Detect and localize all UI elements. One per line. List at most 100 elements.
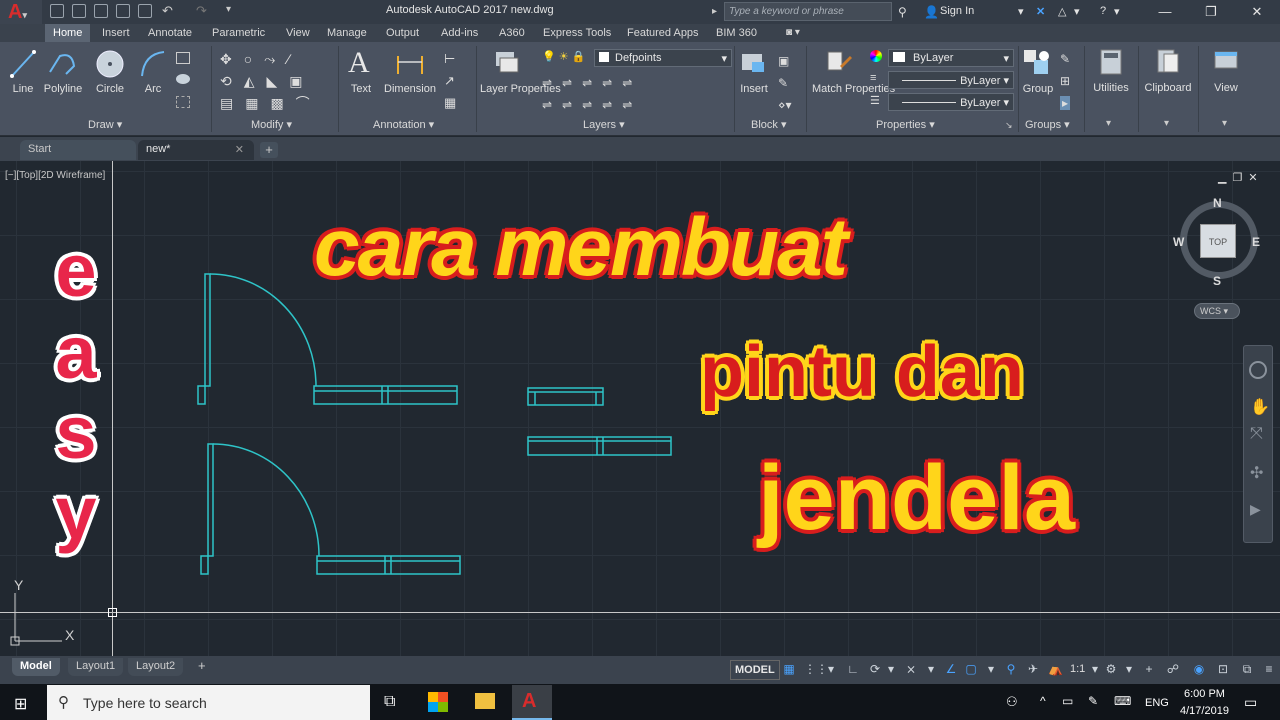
print-icon[interactable]: [138, 4, 152, 18]
orbit-icon[interactable]: ✣: [1250, 463, 1263, 483]
save-icon[interactable]: [94, 4, 108, 18]
block-tools-icon[interactable]: ▣ ✎ ⋄▾: [778, 50, 792, 116]
annotation-visibility-icon[interactable]: ⚲: [1004, 662, 1018, 676]
save-as-icon[interactable]: [116, 4, 130, 18]
modify-tools-grid[interactable]: ✥○⤳∕ ⟲◭◣▣ ▤▦▩⌒: [220, 48, 340, 114]
layout-tab-layout2[interactable]: Layout2: [128, 658, 184, 676]
file-tab-start[interactable]: Start: [20, 140, 136, 160]
clean-screen-icon[interactable]: ⧉: [1240, 662, 1254, 676]
model-space-toggle[interactable]: MODEL: [730, 660, 780, 680]
undo-icon[interactable]: ↶: [162, 3, 173, 19]
application-menu-button[interactable]: A▾: [0, 0, 42, 24]
annotation-monitor-icon[interactable]: +: [1142, 662, 1156, 676]
annotation-scale-value[interactable]: 1:1: [1070, 663, 1085, 675]
lineweight-dropdown[interactable]: ByLayer ▾: [888, 93, 1014, 111]
annotation-panel-title[interactable]: Annotation ▾: [373, 118, 434, 131]
object-snap-dropdown-icon[interactable]: ▾: [984, 662, 998, 676]
draw-panel-title[interactable]: Draw ▾: [88, 118, 122, 131]
tab-parametric[interactable]: Parametric: [212, 24, 265, 42]
grid-icon[interactable]: ▦: [782, 662, 796, 676]
group-tools-icon[interactable]: ✎ ⊞ ▸: [1060, 48, 1070, 114]
exchange-apps-icon[interactable]: ✕: [1036, 5, 1045, 18]
layers-panel-title[interactable]: Layers ▾: [583, 118, 625, 131]
tab-bim-360[interactable]: BIM 360: [716, 24, 757, 42]
layer-dropdown[interactable]: Defpoints ▾: [594, 49, 732, 67]
layer-properties-icon[interactable]: [492, 48, 522, 78]
file-explorer-icon[interactable]: [475, 693, 495, 709]
hatch-icon[interactable]: [176, 74, 190, 84]
snap-icon[interactable]: ⋮⋮: [804, 662, 828, 676]
match-properties-icon[interactable]: [824, 48, 854, 78]
polyline-icon[interactable]: [46, 48, 80, 80]
match-properties-button[interactable]: Match Properties: [812, 83, 895, 96]
annotation-tools-icon[interactable]: ⊢ ↗ ▦: [444, 48, 456, 114]
tab-express-tools[interactable]: Express Tools: [543, 24, 611, 42]
viewcube-east[interactable]: E: [1252, 235, 1260, 249]
close-tab-icon[interactable]: ✕: [235, 143, 244, 156]
text-icon[interactable]: A: [348, 46, 370, 80]
keyboard-icon[interactable]: ⌨: [1114, 694, 1131, 708]
scale-dropdown-icon[interactable]: ▾: [1088, 662, 1102, 676]
steering-wheel-icon[interactable]: [1249, 361, 1267, 379]
zoom-extents-icon[interactable]: ⤧: [1250, 425, 1263, 443]
store-icon[interactable]: [428, 692, 448, 712]
pen-icon[interactable]: ✎: [1088, 694, 1098, 708]
group-icon[interactable]: [1022, 48, 1052, 78]
group-button[interactable]: Group: [1020, 83, 1056, 96]
line-button[interactable]: Line: [6, 83, 40, 96]
layer-tools-grid[interactable]: ⇌⇌⇌⇌⇌ ⇌⇌⇌⇌⇌: [542, 72, 642, 116]
sign-in-dropdown-icon[interactable]: ▾: [1018, 5, 1024, 18]
text-button[interactable]: Text: [344, 83, 378, 96]
showmotion-icon[interactable]: ▶: [1250, 501, 1261, 518]
clipboard-icon[interactable]: [1154, 46, 1182, 76]
search-input[interactable]: Type a keyword or phrase: [724, 2, 892, 21]
layer-state-icons[interactable]: 💡 ☀ 🔒: [542, 50, 585, 63]
arc-icon[interactable]: [138, 48, 168, 80]
tab-add-ins[interactable]: Add-ins: [441, 24, 478, 42]
tab-annotate[interactable]: Annotate: [148, 24, 192, 42]
clipboard-button[interactable]: Clipboard: [1140, 82, 1196, 95]
clipboard-dropdown-icon[interactable]: ▾: [1164, 118, 1169, 129]
insert-button[interactable]: Insert: [736, 83, 772, 96]
insert-block-icon[interactable]: [738, 48, 768, 78]
modify-panel-title[interactable]: Modify ▾: [251, 118, 292, 131]
rectangle-icon[interactable]: [176, 52, 190, 64]
viewcube-south[interactable]: S: [1213, 274, 1221, 288]
dimension-button[interactable]: Dimension: [382, 83, 438, 96]
customization-icon[interactable]: ≡: [1262, 662, 1276, 676]
view-icon[interactable]: [1212, 48, 1240, 74]
tab-output[interactable]: Output: [386, 24, 419, 42]
redo-icon[interactable]: ↷: [196, 3, 207, 19]
people-icon[interactable]: ⚇: [1006, 694, 1018, 710]
isolate-objects-icon[interactable]: ◉: [1192, 662, 1206, 676]
tray-expand-icon[interactable]: ^: [1040, 694, 1046, 708]
battery-icon[interactable]: ▭: [1062, 694, 1073, 708]
dimension-icon[interactable]: [394, 50, 426, 78]
utilities-dropdown-icon[interactable]: ▾: [1106, 118, 1111, 129]
ortho-icon[interactable]: ∟: [846, 662, 860, 676]
clock-date[interactable]: 4/17/2019: [1180, 705, 1229, 717]
annotation-scale-icon[interactable]: ⛺: [1048, 662, 1063, 676]
language-indicator[interactable]: ENG: [1145, 697, 1169, 709]
object-snap-tracking-icon[interactable]: ∠: [944, 662, 958, 676]
utilities-button[interactable]: Utilities: [1088, 82, 1134, 95]
quick-access-dropdown-icon[interactable]: ▾: [226, 4, 231, 15]
workspace-dropdown-icon[interactable]: ▾: [1122, 662, 1136, 676]
view-dropdown-icon[interactable]: ▾: [1222, 118, 1227, 129]
hardware-acceleration-icon[interactable]: ⊡: [1216, 662, 1230, 676]
isodraft-dropdown-icon[interactable]: ▾: [924, 662, 938, 676]
search-expand-icon[interactable]: ▸: [712, 6, 717, 17]
wcs-menu[interactable]: WCS ▾: [1194, 303, 1240, 319]
snap-dropdown-icon[interactable]: ▾: [824, 662, 838, 676]
viewcube-west[interactable]: W: [1173, 235, 1184, 249]
layout-tab-layout1[interactable]: Layout1: [68, 658, 124, 676]
tab-view[interactable]: View: [286, 24, 310, 42]
help-icon[interactable]: ?: [1100, 5, 1106, 17]
user-icon[interactable]: 👤: [924, 5, 939, 19]
a360-icon[interactable]: △: [1058, 5, 1066, 18]
close-icon[interactable]: ✕: [1234, 0, 1280, 24]
ribbon-minimize-icon[interactable]: ◙ ▾: [786, 24, 800, 42]
minimize-icon[interactable]: —: [1142, 0, 1188, 24]
open-file-icon[interactable]: [72, 4, 86, 18]
layout-tab-model[interactable]: Model: [12, 658, 60, 676]
